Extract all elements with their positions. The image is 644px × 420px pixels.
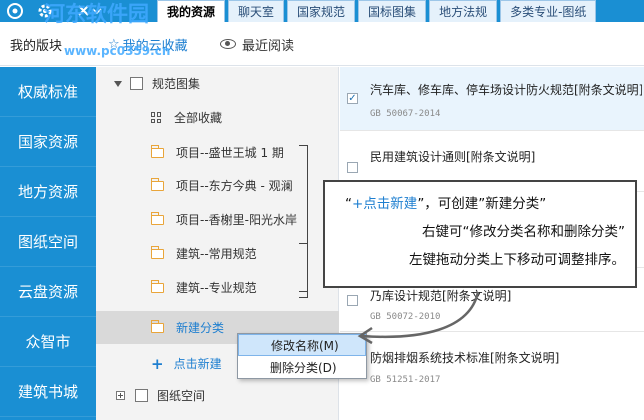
folder-icon	[151, 319, 164, 333]
expand-arrow-icon[interactable]	[114, 80, 122, 87]
help-callout: “+点击新建”，可创建”新建分类” 右键可“修改分类名称和删除分类” 左键拖动分…	[323, 180, 637, 288]
tab-chat-room[interactable]: 聊天室	[228, 0, 285, 22]
nav-zhongzhi-market[interactable]: 众智市	[0, 317, 96, 367]
logo-icon[interactable]	[4, 0, 26, 22]
folder-icon	[151, 144, 164, 158]
watermark-logo: 河东软件园	[44, 0, 149, 28]
rename-category-menu-item[interactable]: 修改名称(M)	[238, 334, 366, 356]
group-bracket	[299, 243, 308, 298]
folder-icon	[151, 177, 164, 191]
nav-building-bookstore[interactable]: 建筑书城	[0, 367, 96, 417]
folder-icon	[151, 245, 164, 259]
left-nav: 权威标准 国家资源 地方资源 图纸空间 云盘资源 众智市 建筑书城	[0, 67, 96, 420]
doc-code: GB 51251-2017	[370, 375, 441, 385]
tree-folder-label: 项目--东方今典 - 观澜	[176, 179, 293, 193]
callout-text: ”，可创建”新建分类”	[417, 196, 547, 212]
callout-line-3: 左键拖动分类上下移动可调整排序。	[409, 252, 625, 268]
nav-local-resources[interactable]: 地方资源	[0, 167, 96, 217]
callout-line-2: 右键可“修改分类名称和删除分类”	[422, 224, 625, 240]
tree-folder-label: 建筑--常用规范	[176, 247, 257, 261]
tree-folder-label: 项目--香榭里-阳光水岸	[176, 213, 297, 227]
watermark-url: www.pc0359.cn	[64, 44, 171, 58]
row-checkbox[interactable]: ✓	[347, 93, 358, 104]
tree-folder-label: 建筑--专业规范	[176, 281, 257, 295]
nav-cloud-disk[interactable]: 云盘资源	[0, 267, 96, 317]
tree-root-drawing-space[interactable]: 图纸空间	[96, 379, 339, 412]
plus-icon: +	[151, 354, 164, 373]
folder-icon	[151, 211, 164, 225]
delete-category-menu-item[interactable]: 删除分类(D)	[238, 356, 366, 378]
doc-code: GB 50067-2014	[370, 109, 441, 119]
tree-root-standards-atlas[interactable]: 规范图集	[96, 67, 339, 100]
list-item[interactable]: ✓ 汽车库、修车库、停车场设计防火规范[附条文说明] GB 50067-2014	[340, 67, 644, 131]
tree-item-all-favorites[interactable]: 全部收藏	[96, 101, 339, 134]
expand-plus-icon[interactable]	[116, 391, 125, 400]
tab-my-resources[interactable]: 我的资源	[157, 0, 226, 22]
tree-item-label: 全部收藏	[174, 111, 223, 125]
tab-multi-discipline-drawings[interactable]: 多类专业-图纸	[500, 0, 597, 22]
folder-icon	[151, 279, 164, 293]
row-checkbox[interactable]	[347, 162, 358, 173]
recent-read-label: 最近阅读	[242, 38, 295, 54]
tab-local-regulations[interactable]: 地方法规	[429, 0, 498, 22]
callout-highlight: +点击新建	[352, 196, 418, 212]
context-menu: 修改名称(M) 删除分类(D)	[237, 333, 367, 379]
click-to-create-label: 点击新建	[173, 357, 222, 371]
watermark-title: 河东软件园	[44, 2, 149, 26]
callout-quote: “	[345, 196, 352, 212]
callout-line-1: “+点击新建”，可创建”新建分类”	[335, 190, 625, 218]
doc-title: 汽车库、修车库、停车场设计防火规范[附条文说明]	[370, 83, 642, 97]
tab-national-standards[interactable]: 国家规范	[287, 0, 356, 22]
tree-folder-label: 新建分类	[176, 321, 225, 335]
nav-drawing-space[interactable]: 图纸空间	[0, 217, 96, 267]
doc-title: 防烟排烟系统技术标准[附条文说明]	[370, 351, 560, 365]
book-icon	[130, 77, 143, 90]
doc-title: 乃库设计规范[附条文说明]	[370, 289, 512, 303]
tree-root-label: 规范图集	[152, 77, 201, 91]
doc-code: GB 50072-2010	[370, 312, 441, 322]
book-icon	[135, 389, 148, 402]
doc-title: 民用建筑设计通则[附条文说明]	[370, 150, 536, 164]
list-item[interactable]: 防烟排烟系统技术标准[附条文说明] GB 51251-2017	[340, 333, 644, 420]
tab-national-atlas[interactable]: 国标图集	[358, 0, 427, 22]
grid-icon	[151, 112, 162, 123]
eye-icon	[220, 39, 236, 49]
top-tabs: 我的资源 聊天室 国家规范 国标图集 地方法规 多类专业-图纸	[157, 0, 599, 22]
recent-read-tab[interactable]: 最近阅读	[220, 22, 294, 66]
nav-authoritative-standards[interactable]: 权威标准	[0, 67, 96, 117]
tree-folder-label: 项目--盛世王城 1 期	[176, 146, 284, 160]
nav-national-resources[interactable]: 国家资源	[0, 117, 96, 167]
row-checkbox[interactable]	[347, 295, 358, 306]
tree-root-label: 图纸空间	[157, 389, 206, 403]
